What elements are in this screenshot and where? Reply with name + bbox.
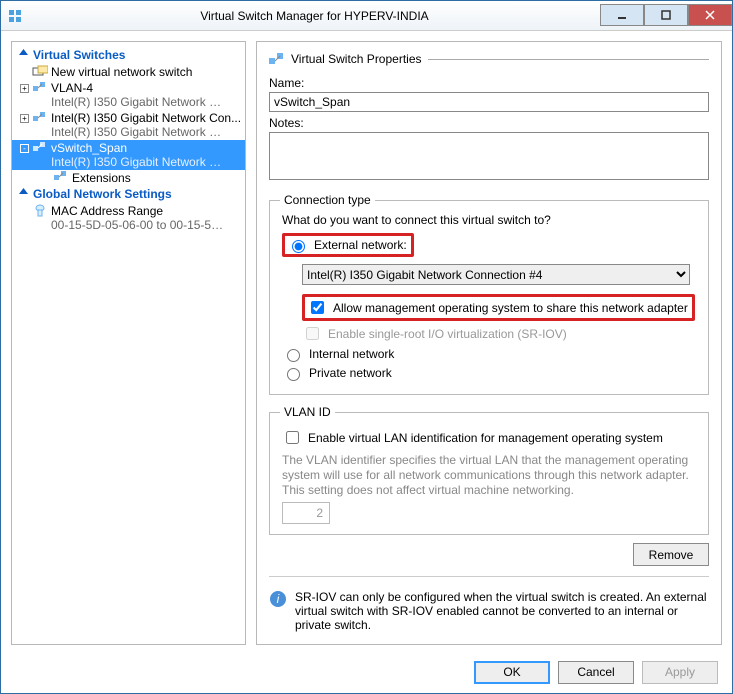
- properties-panel: Virtual Switch Properties Name: Notes: C…: [256, 41, 722, 645]
- new-switch-icon: [32, 65, 48, 77]
- titlebar: Virtual Switch Manager for HYPERV-INDIA: [1, 1, 732, 31]
- tree-heading-global: Global Network Settings: [12, 185, 245, 203]
- internal-network-label: Internal network: [309, 347, 394, 361]
- private-network-radio[interactable]: [287, 368, 300, 381]
- external-network-label: External network:: [314, 238, 407, 252]
- switch-icon: [32, 111, 48, 123]
- switch-icon: [269, 52, 285, 66]
- close-button[interactable]: [688, 4, 732, 26]
- minimize-button[interactable]: [600, 4, 644, 26]
- mac-icon: [32, 204, 48, 218]
- maximize-button[interactable]: [644, 4, 688, 26]
- ok-button[interactable]: OK: [474, 661, 550, 684]
- switch-icon: [32, 81, 48, 93]
- expand-icon[interactable]: +: [20, 114, 29, 123]
- private-network-label: Private network: [309, 366, 392, 380]
- connection-type-question: What do you want to connect this virtual…: [282, 213, 698, 227]
- tree-new-virtual-switch[interactable]: New virtual network switch: [12, 64, 245, 80]
- internal-network-radio[interactable]: [287, 349, 300, 362]
- extensions-icon: [54, 170, 68, 185]
- tree-heading-virtual-switches: Virtual Switches: [12, 46, 245, 64]
- collapse-caret-icon[interactable]: [18, 47, 29, 61]
- notes-label: Notes:: [269, 116, 709, 130]
- svg-text:i: i: [277, 592, 280, 606]
- tree-item-intel-nic[interactable]: + Intel(R) I350 Gigabit Network Con...In…: [12, 110, 245, 140]
- info-icon: i: [269, 590, 287, 608]
- dialog-footer: OK Cancel Apply: [1, 651, 732, 693]
- sriov-label: Enable single-root I/O virtualization (S…: [328, 327, 567, 341]
- apply-button: Apply: [642, 661, 718, 684]
- switch-name-input[interactable]: [269, 92, 709, 112]
- name-label: Name:: [269, 76, 709, 90]
- external-network-highlight: External network:: [282, 233, 414, 257]
- collapse-caret-icon[interactable]: [18, 186, 29, 200]
- allow-mgmt-label: Allow management operating system to sha…: [333, 301, 688, 315]
- window-title: Virtual Switch Manager for HYPERV-INDIA: [29, 9, 600, 23]
- app-icon: [7, 8, 23, 24]
- vlan-group: VLAN ID Enable virtual LAN identificatio…: [269, 405, 709, 535]
- sriov-checkbox: [306, 327, 319, 340]
- collapse-icon[interactable]: -: [20, 144, 29, 153]
- external-network-radio[interactable]: [292, 240, 305, 253]
- sriov-info-text: SR-IOV can only be configured when the v…: [295, 590, 709, 632]
- switch-icon: [32, 141, 48, 153]
- switch-tree: Virtual Switches New virtual network swi…: [11, 41, 246, 645]
- allow-mgmt-checkbox[interactable]: [311, 301, 324, 314]
- connection-type-legend: Connection type: [280, 193, 375, 207]
- external-nic-select[interactable]: Intel(R) I350 Gigabit Network Connection…: [302, 264, 690, 285]
- notes-textarea[interactable]: [269, 132, 709, 180]
- remove-button[interactable]: Remove: [633, 543, 709, 566]
- cancel-button[interactable]: Cancel: [558, 661, 634, 684]
- vlan-help-text: The VLAN identifier specifies the virtua…: [282, 453, 696, 498]
- allow-mgmt-highlight: Allow management operating system to sha…: [302, 294, 695, 321]
- tree-item-extensions[interactable]: Extensions: [12, 170, 245, 185]
- panel-title: Virtual Switch Properties: [291, 52, 422, 66]
- tree-item-vswitch-span[interactable]: - vSwitch_SpanIntel(R) I350 Gigabit Netw…: [12, 140, 245, 170]
- vswitch-manager-window: Virtual Switch Manager for HYPERV-INDIA …: [0, 0, 733, 694]
- tree-item-vlan4[interactable]: + VLAN-4Intel(R) I350 Gigabit Network Co…: [12, 80, 245, 110]
- vlan-enable-label: Enable virtual LAN identification for ma…: [308, 431, 663, 445]
- vlan-legend: VLAN ID: [280, 405, 335, 419]
- expand-icon[interactable]: +: [20, 84, 29, 93]
- connection-type-group: Connection type What do you want to conn…: [269, 193, 709, 395]
- vlan-enable-checkbox[interactable]: [286, 431, 299, 444]
- tree-item-mac-range[interactable]: MAC Address Range00-15-5D-05-06-00 to 00…: [12, 203, 245, 233]
- vlan-id-field: 2: [282, 502, 330, 524]
- sriov-info-row: i SR-IOV can only be configured when the…: [269, 583, 709, 632]
